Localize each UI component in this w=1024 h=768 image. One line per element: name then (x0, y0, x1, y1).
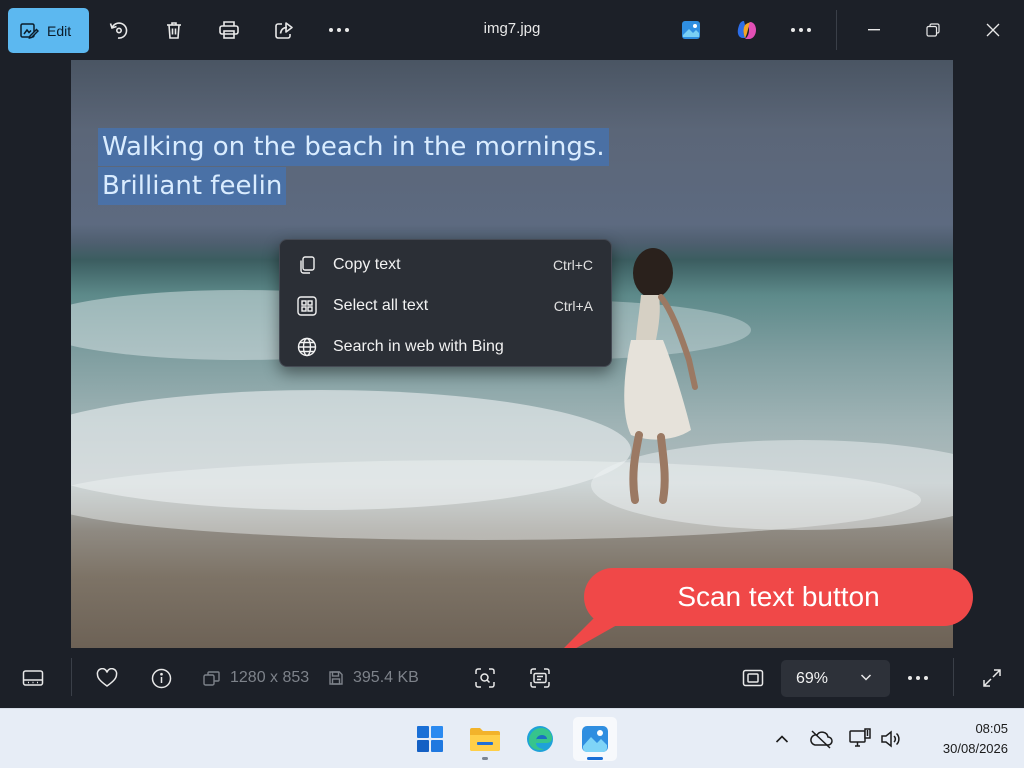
more-icon (908, 676, 928, 680)
copilot-button[interactable] (729, 13, 765, 47)
more-icon (791, 28, 811, 32)
menu-item-copy-text[interactable]: Copy text Ctrl+C (280, 244, 611, 285)
system-clock[interactable]: 08:05 30/08/2026 (918, 719, 1008, 759)
statusbar-divider (953, 658, 954, 696)
running-indicator (482, 757, 488, 760)
selected-text-line[interactable]: Brilliant feelin (98, 167, 287, 205)
window-title: img7.jpg (483, 20, 541, 37)
menu-item-search-web-bing[interactable]: Search in web with Bing (280, 326, 611, 367)
file-info-button[interactable] (143, 661, 179, 695)
menu-item-label: Copy text (333, 255, 401, 273)
fit-window-icon (742, 669, 764, 687)
print-button[interactable] (211, 13, 247, 47)
scan-text-button[interactable] (522, 661, 558, 695)
status-bar: 1280 x 853 395.4 KB 69% (0, 648, 1024, 708)
zoom-value: 69% (796, 669, 829, 687)
favorite-button[interactable] (89, 661, 125, 695)
copilot-icon (737, 21, 756, 39)
menu-item-shortcut: Ctrl+A (553, 297, 593, 314)
edge-button[interactable] (518, 717, 562, 761)
visual-search-button[interactable] (467, 661, 503, 695)
info-icon (151, 668, 171, 688)
clock-time: 08:05 (975, 721, 1008, 736)
more-options-button[interactable] (321, 13, 357, 47)
close-icon (986, 23, 1000, 37)
onedrive-status[interactable] (809, 727, 833, 751)
menu-item-shortcut: Ctrl+C (552, 256, 593, 273)
windows-start-icon (417, 726, 443, 752)
file-explorer-button[interactable] (463, 717, 507, 761)
file-size: 395.4 KB (329, 669, 419, 687)
menu-item-label: Search in web with Bing (333, 337, 504, 355)
filmstrip-icon (22, 670, 44, 686)
copy-icon (297, 255, 317, 275)
folder-icon (470, 728, 500, 751)
wave-foam (71, 460, 921, 540)
network-icon (849, 728, 871, 747)
zoom-dropdown[interactable]: 69% (781, 660, 890, 697)
minimize-button[interactable] (851, 10, 897, 50)
statusbar-divider (71, 658, 72, 696)
globe-icon (297, 337, 317, 357)
menu-item-select-all-text[interactable]: Select all text Ctrl+A (280, 285, 611, 326)
file-size-icon (329, 671, 343, 685)
fit-to-window-button[interactable] (735, 661, 771, 695)
close-button[interactable] (970, 10, 1016, 50)
clock-date: 30/08/2026 (942, 741, 1008, 756)
dimensions-text: 1280 x 853 (230, 669, 310, 686)
photos-button[interactable] (573, 717, 617, 761)
edit-icon (20, 22, 39, 39)
restore-button[interactable] (910, 10, 956, 50)
print-icon (219, 21, 239, 39)
image-viewer: Walking on the beach in the mornings. Br… (0, 60, 1024, 648)
full-screen-icon (983, 669, 1001, 687)
more-icon (329, 28, 349, 32)
context-menu: Copy text Ctrl+C Select all text Ctrl+A … (279, 239, 612, 367)
active-indicator (587, 757, 603, 760)
selected-text-line[interactable]: Walking on the beach in the mornings. (98, 128, 609, 166)
more-options-button[interactable] (900, 661, 936, 695)
designer-icon (682, 21, 700, 39)
delete-icon (167, 22, 181, 39)
restore-icon (926, 23, 940, 37)
minimize-icon (868, 29, 880, 31)
edit-button-label: Edit (47, 22, 72, 39)
edit-button[interactable]: Edit (8, 8, 89, 53)
rotate-icon (109, 22, 128, 39)
share-button[interactable] (266, 13, 302, 47)
dimensions-icon (203, 670, 220, 686)
filmstrip-button[interactable] (15, 661, 51, 695)
rotate-button[interactable] (101, 13, 137, 47)
edge-icon (527, 726, 553, 752)
app-menu-button[interactable] (783, 13, 819, 47)
chevron-down-icon (860, 674, 872, 681)
full-screen-button[interactable] (974, 661, 1010, 695)
select-all-icon (297, 295, 317, 316)
onedrive-offline-icon (810, 730, 833, 749)
annotation-callout: Scan text button (584, 568, 973, 626)
delete-button[interactable] (156, 13, 192, 47)
callout-text: Scan text button (677, 581, 880, 612)
person-figure (624, 248, 698, 504)
network-status[interactable] (848, 727, 872, 751)
file-size-text: 395.4 KB (353, 669, 419, 686)
share-icon (274, 22, 293, 39)
toolbar-divider (836, 10, 837, 50)
taskbar: 08:05 30/08/2026 (0, 708, 1024, 768)
photos-icon (582, 726, 608, 752)
chevron-up-icon (775, 735, 789, 743)
scan-text-icon (530, 668, 550, 688)
show-hidden-icons-button[interactable] (770, 727, 794, 751)
favorite-icon (96, 668, 118, 687)
designer-button[interactable] (673, 13, 709, 47)
menu-item-label: Select all text (333, 296, 429, 314)
volume-control[interactable] (880, 727, 904, 751)
visual-search-icon (475, 668, 495, 688)
title-bar: Edit img7.jpg (0, 0, 1024, 60)
start-button[interactable] (408, 717, 452, 761)
volume-icon (881, 730, 900, 748)
image-dimensions: 1280 x 853 (203, 669, 309, 687)
